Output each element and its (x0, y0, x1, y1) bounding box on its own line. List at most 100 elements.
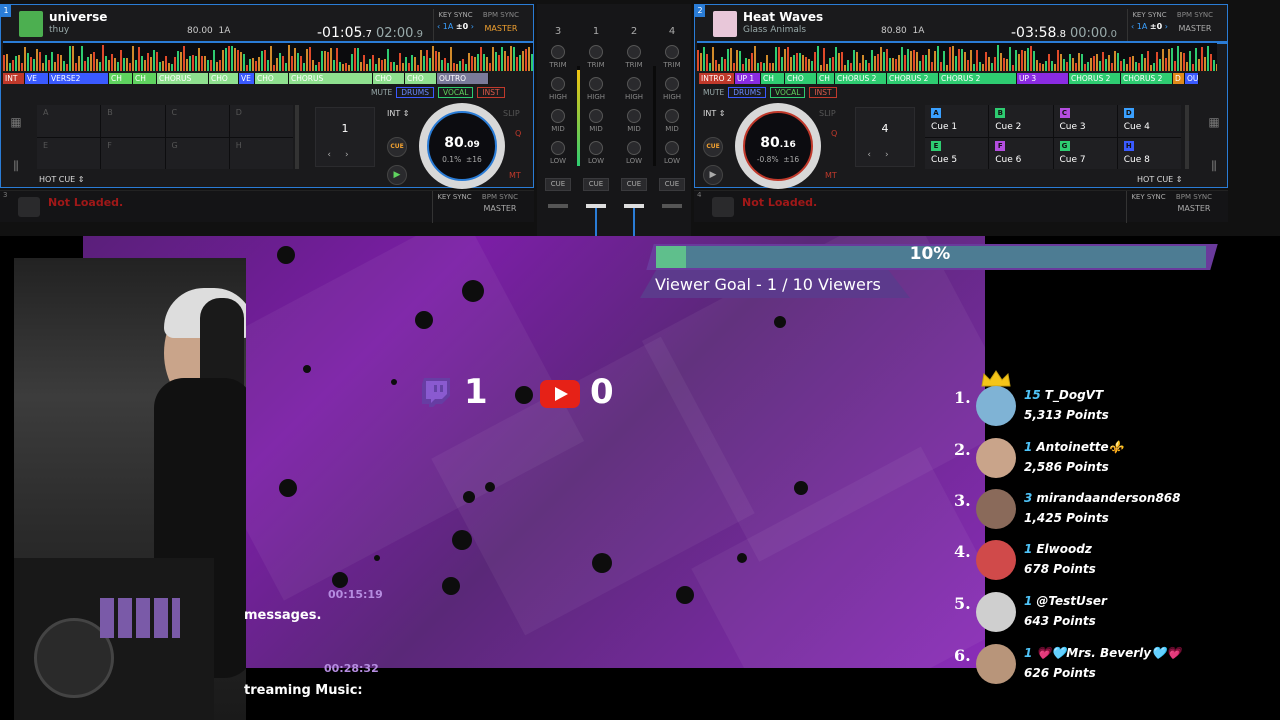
section-marker[interactable]: CHO (209, 73, 239, 84)
section-marker[interactable]: CHO (255, 73, 289, 84)
eq-knob[interactable] (589, 77, 603, 91)
section-marker[interactable]: INTRO 2 (699, 73, 735, 84)
hot-cue-pad[interactable]: C Cue 3 (1053, 105, 1117, 137)
hot-cue-pad[interactable]: D (229, 105, 293, 137)
master-button[interactable]: MASTER (1173, 24, 1217, 33)
section-marker[interactable]: VE (25, 73, 49, 84)
stem-drums-button[interactable]: DRUMS (728, 86, 766, 98)
hot-cue-pad[interactable]: H Cue 8 (1117, 137, 1181, 169)
section-marker[interactable]: INT (3, 73, 25, 84)
hot-cue-pad[interactable]: A Cue 1 (925, 105, 989, 137)
eq-knob[interactable] (589, 141, 603, 155)
key-sync-button[interactable]: KEY SYNC ‹ 1A ±0 › (433, 9, 477, 41)
grid-icon[interactable]: ▦ (1203, 115, 1225, 137)
channel-fader[interactable] (662, 204, 682, 208)
bpm-sync-button[interactable]: BPM SYNC MASTER (1173, 9, 1217, 41)
hot-cue-pad[interactable]: G Cue 7 (1053, 137, 1117, 169)
section-marker[interactable]: OU (1185, 73, 1199, 84)
hot-cue-pad[interactable]: A (37, 105, 101, 137)
pad-mode-selector[interactable]: HOT CUE ⇕ (39, 175, 85, 184)
play-button[interactable]: ▶ (703, 165, 723, 185)
master-tempo-button[interactable]: MT (509, 171, 521, 180)
loop-left-icon[interactable]: ‹ (867, 150, 885, 160)
section-marker[interactable]: UP 3 (1017, 73, 1069, 84)
key-sync-button[interactable]: KEY SYNC (432, 191, 476, 223)
stem-inst-button[interactable]: INST (809, 86, 837, 98)
channel-cue-button[interactable]: CUE (583, 178, 609, 191)
play-button[interactable]: ▶ (387, 165, 407, 185)
hot-cue-pad[interactable]: G (165, 137, 229, 169)
hot-cue-pad[interactable]: H (229, 137, 293, 169)
section-marker[interactable]: CH (761, 73, 785, 84)
master-button[interactable]: MASTER (479, 24, 523, 33)
section-marker[interactable]: CHORUS 2 (1121, 73, 1173, 84)
section-marker[interactable]: CHORUS (157, 73, 209, 84)
loop-left-icon[interactable]: ‹ (327, 150, 345, 160)
stem-drums-button[interactable]: DRUMS (396, 86, 434, 98)
eq-knob[interactable] (627, 141, 641, 155)
hot-cue-pad[interactable]: F (101, 137, 165, 169)
eq-knob[interactable] (551, 77, 565, 91)
mixer-icon[interactable]: ⫼ (1203, 159, 1225, 181)
section-marker[interactable]: CHORUS 2 (1069, 73, 1121, 84)
section-marker[interactable]: OUTRO (437, 73, 489, 84)
section-marker[interactable]: CH (817, 73, 835, 84)
cue-button[interactable]: CUE (703, 137, 723, 157)
loop-right-icon[interactable]: › (345, 150, 363, 160)
hot-cue-pad[interactable]: E Cue 5 (925, 137, 989, 169)
master-tempo-button[interactable]: MT (825, 171, 837, 180)
eq-knob[interactable] (551, 141, 565, 155)
grid-icon[interactable]: ▦ (5, 115, 27, 137)
stem-vocal-button[interactable]: VOCAL (438, 86, 474, 98)
section-marker[interactable]: VERSE2 (49, 73, 109, 84)
section-marker[interactable]: CHORUS 2 (887, 73, 939, 84)
section-marker[interactable]: CHO (373, 73, 405, 84)
bpm-sync-button[interactable]: BPM SYNC MASTER (478, 191, 522, 223)
channel-fader[interactable] (548, 204, 568, 208)
loop-right-icon[interactable]: › (885, 150, 903, 160)
int-button[interactable]: INT ⇕ (703, 109, 725, 118)
quantize-button[interactable]: Q (831, 129, 837, 138)
eq-knob[interactable] (589, 45, 603, 59)
key-sync-button[interactable]: KEY SYNC (1126, 191, 1170, 223)
eq-knob[interactable] (551, 109, 565, 123)
hot-cue-pad[interactable]: D Cue 4 (1117, 105, 1181, 137)
eq-knob[interactable] (589, 109, 603, 123)
hot-cue-pad[interactable]: B Cue 2 (989, 105, 1053, 137)
eq-knob[interactable] (665, 77, 679, 91)
pad-mode-selector[interactable]: HOT CUE ⇕ (1137, 175, 1183, 184)
eq-knob[interactable] (665, 45, 679, 59)
hot-cue-pad[interactable]: C (165, 105, 229, 137)
channel-cue-button[interactable]: CUE (659, 178, 685, 191)
loop-control[interactable]: 1 ‹› (315, 107, 375, 167)
bpm-sync-button[interactable]: BPM SYNC MASTER (1172, 191, 1216, 223)
master-button[interactable]: MASTER (478, 204, 522, 213)
section-marker[interactable]: CHORUS (289, 73, 373, 84)
section-marker[interactable]: UP 1 (735, 73, 761, 84)
section-marker[interactable]: D (1173, 73, 1185, 84)
jog-wheel[interactable]: 80.09 0.1% ±16 (419, 103, 505, 189)
stem-vocal-button[interactable]: VOCAL (770, 86, 806, 98)
eq-knob[interactable] (627, 109, 641, 123)
int-button[interactable]: INT ⇕ (387, 109, 409, 118)
master-button[interactable]: MASTER (1172, 204, 1216, 213)
eq-knob[interactable] (627, 45, 641, 59)
waveform[interactable] (3, 43, 533, 71)
waveform[interactable] (697, 43, 1217, 71)
hot-cue-pad[interactable]: E (37, 137, 101, 169)
loop-control[interactable]: 4 ‹› (855, 107, 915, 167)
section-marker[interactable]: CHORUS 2 (939, 73, 1017, 84)
slip-button[interactable]: SLIP (819, 109, 836, 118)
key-sync-button[interactable]: KEY SYNC ‹ 1A ±0 › (1127, 9, 1171, 41)
eq-knob[interactable] (665, 141, 679, 155)
slip-button[interactable]: SLIP (503, 109, 520, 118)
channel-cue-button[interactable]: CUE (621, 178, 647, 191)
channel-cue-button[interactable]: CUE (545, 178, 571, 191)
jog-wheel[interactable]: 80.16 -0.8% ±16 (735, 103, 821, 189)
song-structure[interactable]: INT VE VERSE2 CH CH CHORUS CHO VE CHO CHORUS CHO CH… (3, 73, 513, 84)
hot-cue-pad[interactable]: B (101, 105, 165, 137)
cue-button[interactable]: CUE (387, 137, 407, 157)
section-marker[interactable]: CHO (785, 73, 817, 84)
section-marker[interactable]: CHORUS 2 (835, 73, 887, 84)
bpm-sync-button[interactable]: BPM SYNC MASTER (479, 9, 523, 41)
